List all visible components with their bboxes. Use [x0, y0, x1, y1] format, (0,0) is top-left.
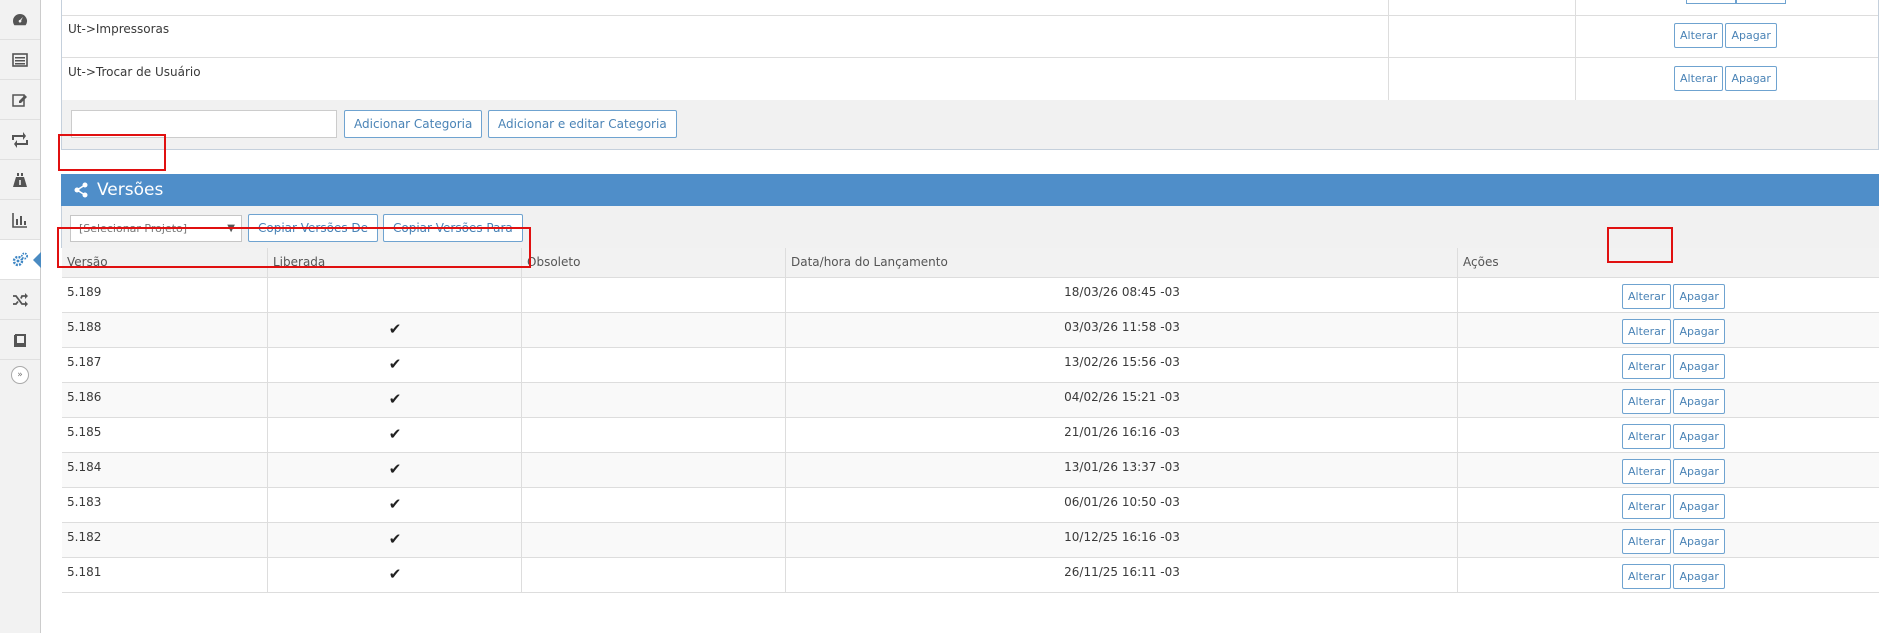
table-row: 5.186 ✔ 04/02/26 15:21 -03 Alterar Apagar	[62, 383, 1879, 418]
alterar-button[interactable]: Alterar	[1674, 23, 1724, 48]
column-header-acoes: Ações	[1463, 255, 1499, 269]
table-row: 5.187 ✔ 13/02/26 15:56 -03 Alterar Apagar	[62, 348, 1879, 383]
released-check-icon: ✔	[388, 425, 402, 443]
sidebar-item-settings[interactable]	[0, 240, 41, 280]
table-row: 5.184 ✔ 13/01/26 13:37 -03 Alterar Apagar	[62, 453, 1879, 488]
dashboard-icon	[13, 13, 27, 25]
apagar-button[interactable]: Apagar	[1673, 564, 1725, 589]
table-row	[62, 0, 1878, 16]
cogs-icon	[12, 252, 28, 266]
version-number: 5.188	[67, 320, 102, 334]
version-number: 5.182	[67, 530, 102, 544]
alterar-button-partial[interactable]	[1686, 0, 1736, 4]
release-datetime: 13/01/26 13:37 -03	[1064, 460, 1180, 474]
add-category-form: Adicionar Categoria Adicionar e editar C…	[62, 100, 1878, 149]
apagar-button[interactable]: Apagar	[1673, 354, 1725, 379]
version-number: 5.187	[67, 355, 102, 369]
table-row: 5.189 18/03/26 08:45 -03 Alterar Apagar	[62, 278, 1879, 313]
released-check-icon: ✔	[388, 565, 402, 583]
apagar-button[interactable]: Apagar	[1725, 23, 1777, 48]
release-datetime: 13/02/26 15:56 -03	[1064, 355, 1180, 369]
table-row: Ut->Impressoras Alterar Apagar	[62, 15, 1878, 58]
sidebar-collapse-button[interactable]: »	[11, 366, 29, 384]
apagar-button[interactable]: Apagar	[1673, 529, 1725, 554]
alterar-button[interactable]: Alterar	[1622, 459, 1672, 484]
random-icon	[13, 292, 28, 307]
apagar-button-partial[interactable]	[1736, 0, 1786, 4]
versions-title: Versões	[97, 180, 164, 200]
alterar-button[interactable]: Alterar	[1622, 529, 1672, 554]
sidebar-item-edit[interactable]	[0, 80, 40, 120]
highlight-versions-title	[58, 134, 166, 171]
table-row: Ut->Trocar de Usuário Alterar Apagar	[62, 58, 1878, 101]
road-icon	[13, 172, 27, 187]
version-number: 5.181	[67, 565, 102, 579]
apagar-button[interactable]: Apagar	[1673, 459, 1725, 484]
released-check-icon: ✔	[388, 355, 402, 373]
category-name: Ut->Trocar de Usuário	[68, 65, 201, 79]
bar-chart-icon	[12, 212, 27, 228]
highlight-alterar-button	[1607, 227, 1673, 263]
add-edit-category-button[interactable]: Adicionar e editar Categoria	[488, 110, 677, 138]
alterar-button[interactable]: Alterar	[1622, 389, 1672, 414]
sidebar: »	[0, 0, 41, 633]
version-number: 5.189	[67, 285, 102, 299]
apagar-button[interactable]: Apagar	[1673, 494, 1725, 519]
release-datetime: 06/01/26 10:50 -03	[1064, 495, 1180, 509]
apagar-button[interactable]: Apagar	[1673, 424, 1725, 449]
table-row: 5.181 ✔ 26/11/25 16:11 -03 Alterar Apagar	[62, 558, 1879, 593]
sidebar-item-chart[interactable]	[0, 200, 40, 240]
category-name: Ut->Impressoras	[68, 22, 170, 36]
alterar-button[interactable]: Alterar	[1622, 564, 1672, 589]
alterar-button[interactable]: Alterar	[1674, 66, 1724, 91]
versions-header: Versões	[61, 174, 1879, 206]
sidebar-item-list[interactable]	[0, 40, 40, 80]
sidebar-item-road[interactable]	[0, 160, 40, 200]
alterar-button[interactable]: Alterar	[1622, 354, 1672, 379]
release-datetime: 04/02/26 15:21 -03	[1064, 390, 1180, 404]
release-datetime: 03/03/26 11:58 -03	[1064, 320, 1180, 334]
alterar-button[interactable]: Alterar	[1622, 494, 1672, 519]
column-header-data[interactable]: Data/hora do Lançamento	[791, 255, 948, 269]
release-datetime: 26/11/25 16:11 -03	[1064, 565, 1180, 579]
add-category-button[interactable]: Adicionar Categoria	[344, 110, 483, 138]
apagar-button[interactable]: Apagar	[1673, 284, 1725, 309]
edit-icon	[12, 93, 27, 107]
alterar-button[interactable]: Alterar	[1622, 284, 1672, 309]
release-datetime: 21/01/26 16:16 -03	[1064, 425, 1180, 439]
alterar-button[interactable]: Alterar	[1622, 319, 1672, 344]
categories-section: Ut->Impressoras Alterar Apagar Ut->Troca…	[61, 0, 1879, 150]
sidebar-item-book[interactable]	[0, 320, 40, 360]
sidebar-item-retweet[interactable]	[0, 120, 40, 160]
version-number: 5.186	[67, 390, 102, 404]
released-check-icon: ✔	[388, 530, 402, 548]
retweet-icon	[12, 131, 28, 148]
version-number: 5.184	[67, 460, 102, 474]
book-icon	[14, 333, 26, 347]
table-row: 5.182 ✔ 10/12/25 16:16 -03 Alterar Apagar	[62, 523, 1879, 558]
list-icon	[12, 52, 28, 67]
released-check-icon: ✔	[388, 390, 402, 408]
table-row: 5.188 ✔ 03/03/26 11:58 -03 Alterar Apagar	[62, 313, 1879, 348]
table-row: 5.183 ✔ 06/01/26 10:50 -03 Alterar Apagar	[62, 488, 1879, 523]
released-check-icon: ✔	[388, 495, 402, 513]
released-check-icon: ✔	[388, 320, 402, 338]
release-datetime: 18/03/26 08:45 -03	[1064, 285, 1180, 299]
version-number: 5.183	[67, 495, 102, 509]
sidebar-item-dashboard[interactable]	[0, 0, 40, 40]
apagar-button[interactable]: Apagar	[1673, 389, 1725, 414]
column-header-obsoleto[interactable]: Obsoleto	[527, 255, 580, 269]
apagar-button[interactable]: Apagar	[1725, 66, 1777, 91]
version-number: 5.185	[67, 425, 102, 439]
released-check-icon: ✔	[388, 460, 402, 478]
apagar-button[interactable]: Apagar	[1673, 319, 1725, 344]
highlight-version-row	[57, 227, 531, 268]
sidebar-item-random[interactable]	[0, 280, 40, 320]
alterar-button[interactable]: Alterar	[1622, 424, 1672, 449]
share-icon	[74, 182, 88, 198]
main-content: Ut->Impressoras Alterar Apagar Ut->Troca…	[57, 0, 1879, 633]
release-datetime: 10/12/25 16:16 -03	[1064, 530, 1180, 544]
table-row: 5.185 ✔ 21/01/26 16:16 -03 Alterar Apagar	[62, 418, 1879, 453]
